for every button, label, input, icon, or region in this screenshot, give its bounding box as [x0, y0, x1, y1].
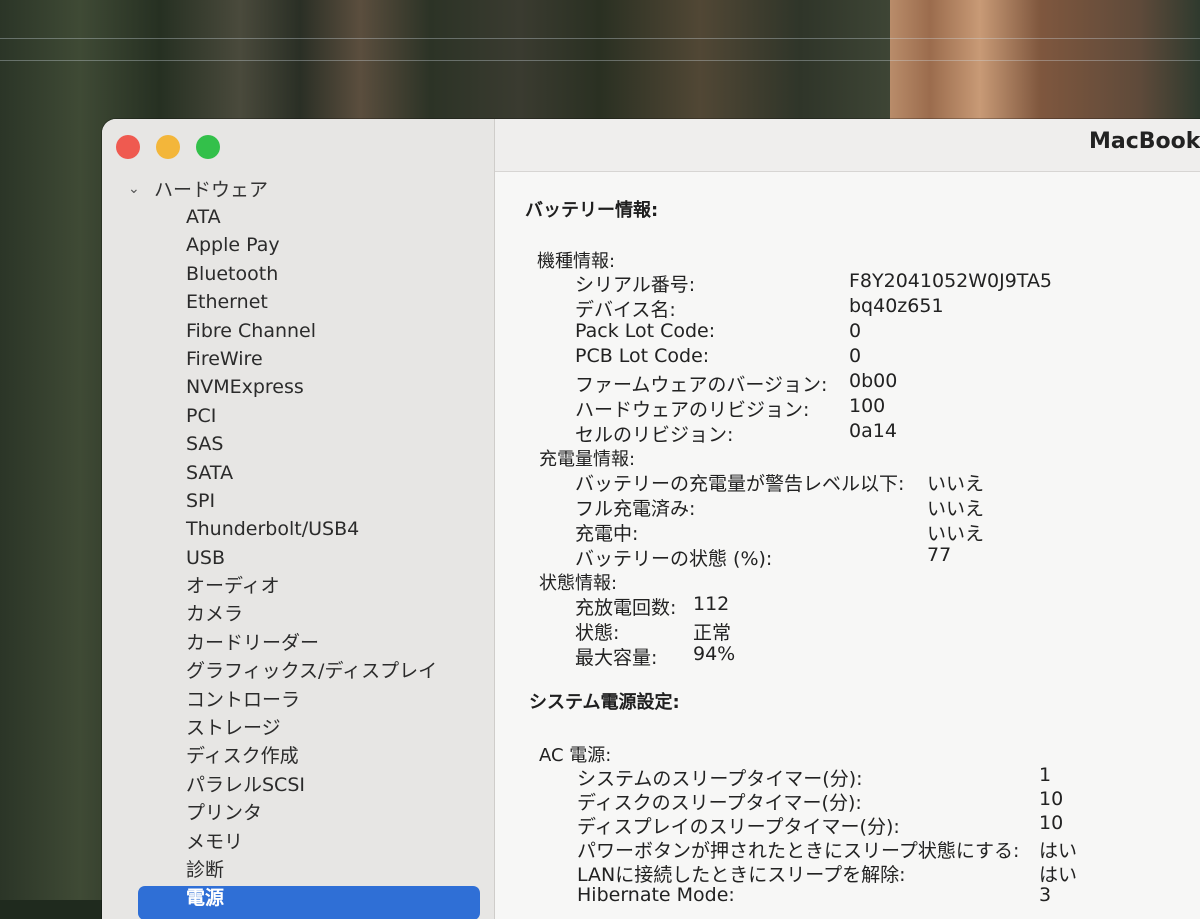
chevron-down-icon[interactable]: ⌄ [128, 181, 144, 197]
pack-lot-value: 0 [849, 320, 862, 342]
hibernate-label: Hibernate Mode: [577, 884, 735, 906]
sidebar-item-nvmexpress[interactable]: NVMExpress [186, 373, 437, 401]
pack-lot-label: Pack Lot Code: [575, 320, 716, 342]
power-button-value: はい [1039, 840, 1078, 862]
charge-info-label: 充電量情報: [539, 449, 636, 470]
firmware-label: ファームウェアのバージョン: [575, 374, 828, 396]
sidebar-item-firewire[interactable]: FireWire [186, 345, 437, 373]
serial-value: F8Y2041052W0J9TA5 [849, 270, 1053, 292]
main-panel: MacBook バッテリー情報: 機種情報: シリアル番号: F8Y204105… [495, 119, 1200, 919]
sidebar-item-graphics-display[interactable]: グラフィックス/ディスプレイ [186, 657, 437, 685]
sidebar-item-diagnostics[interactable]: 診断 [186, 856, 437, 884]
hw-revision-label: ハードウェアのリビジョン: [575, 399, 810, 421]
firmware-value: 0b00 [849, 370, 898, 392]
minimize-button[interactable] [156, 135, 180, 159]
detail-content[interactable]: バッテリー情報: 機種情報: シリアル番号: F8Y2041052W0J9TA5… [495, 172, 1200, 919]
disk-sleep-label: ディスクのスリープタイマー(分): [577, 792, 862, 814]
background-line [0, 60, 1200, 61]
fully-charged-value: いいえ [927, 498, 985, 520]
power-button-label: パワーボタンが押されたときにスリープ状態にする: [577, 840, 1020, 862]
battery-state-label: バッテリーの状態 (%): [575, 548, 773, 570]
zoom-button[interactable] [196, 135, 220, 159]
power-settings-heading: システム電源設定: [529, 692, 680, 713]
lan-wake-value: はい [1039, 864, 1078, 886]
sidebar-item-thunderbolt[interactable]: Thunderbolt/USB4 [186, 515, 437, 543]
sidebar-item-ata[interactable]: ATA [186, 203, 437, 231]
window-title: MacBook [1089, 129, 1200, 154]
sidebar-item-spi[interactable]: SPI [186, 487, 437, 515]
fully-charged-label: フル充電済み: [575, 498, 696, 520]
sidebar-item-controller[interactable]: コントローラ [186, 686, 437, 714]
cell-revision-label: セルのリビジョン: [575, 424, 734, 446]
sidebar-item-card-reader[interactable]: カードリーダー [186, 629, 437, 657]
sidebar-item-camera[interactable]: カメラ [186, 600, 437, 628]
background-line [0, 38, 1200, 39]
sidebar-item-fibre-channel[interactable]: Fibre Channel [186, 317, 437, 345]
system-sleep-value: 1 [1039, 764, 1052, 786]
device-label: デバイス名: [575, 299, 676, 321]
max-capacity-value: 94% [693, 643, 736, 665]
battery-heading: バッテリー情報: [525, 200, 659, 221]
sidebar: ⌄ ハードウェア ATA Apple Pay Bluetooth Etherne… [102, 119, 495, 919]
sidebar-item-apple-pay[interactable]: Apple Pay [186, 231, 437, 259]
condition-label: 状態: [575, 622, 620, 644]
lan-wake-label: LANに接続したときにスリープを解除: [577, 864, 906, 886]
cell-revision-value: 0a14 [849, 420, 897, 442]
health-info-label: 状態情報: [539, 573, 618, 594]
close-button[interactable] [116, 135, 140, 159]
sidebar-item-ethernet[interactable]: Ethernet [186, 288, 437, 316]
window-controls [116, 135, 220, 159]
sidebar-item-memory[interactable]: メモリ [186, 828, 437, 856]
pcb-lot-label: PCB Lot Code: [575, 345, 710, 367]
serial-label: シリアル番号: [575, 274, 696, 296]
cycle-count-label: 充放電回数: [575, 597, 677, 619]
battery-state-value: 77 [927, 544, 952, 566]
sidebar-item-disc-burning[interactable]: ディスク作成 [186, 742, 437, 770]
pcb-lot-value: 0 [849, 345, 862, 367]
charging-value: いいえ [927, 523, 985, 545]
sidebar-item-sas[interactable]: SAS [186, 430, 437, 458]
sidebar-item-usb[interactable]: USB [186, 544, 437, 572]
sidebar-item-parallel-scsi[interactable]: パラレルSCSI [186, 771, 437, 799]
display-sleep-label: ディスプレイのスリープタイマー(分): [577, 816, 900, 838]
sidebar-item-pci[interactable]: PCI [186, 402, 437, 430]
sidebar-item-storage[interactable]: ストレージ [186, 714, 437, 742]
charging-label: 充電中: [575, 523, 639, 545]
condition-value: 正常 [693, 622, 732, 644]
sidebar-item-sata[interactable]: SATA [186, 459, 437, 487]
below-warning-value: いいえ [927, 473, 985, 495]
max-capacity-label: 最大容量: [575, 647, 658, 669]
display-sleep-value: 10 [1039, 812, 1064, 834]
sidebar-item-printers[interactable]: プリンタ [186, 799, 437, 827]
cycle-count-value: 112 [693, 593, 730, 615]
title-bar: MacBook [495, 119, 1200, 172]
sidebar-item-power[interactable]: 電源 [137, 884, 481, 919]
system-information-window: ⌄ ハードウェア ATA Apple Pay Bluetooth Etherne… [102, 119, 1200, 919]
below-warning-label: バッテリーの充電量が警告レベル以下: [575, 473, 905, 495]
sidebar-section-label: ハードウェア [154, 179, 269, 201]
disk-sleep-value: 10 [1039, 788, 1064, 810]
sidebar-item-bluetooth[interactable]: Bluetooth [186, 260, 437, 288]
sidebar-item-audio[interactable]: オーディオ [186, 572, 437, 600]
hw-revision-value: 100 [849, 395, 886, 417]
sidebar-list: ATA Apple Pay Bluetooth Ethernet Fibre C… [137, 203, 481, 919]
device-value: bq40z651 [849, 295, 944, 317]
system-sleep-label: システムのスリープタイマー(分): [577, 768, 863, 790]
sidebar-section-hardware[interactable]: ⌄ ハードウェア [128, 175, 268, 202]
hibernate-value: 3 [1039, 884, 1052, 906]
